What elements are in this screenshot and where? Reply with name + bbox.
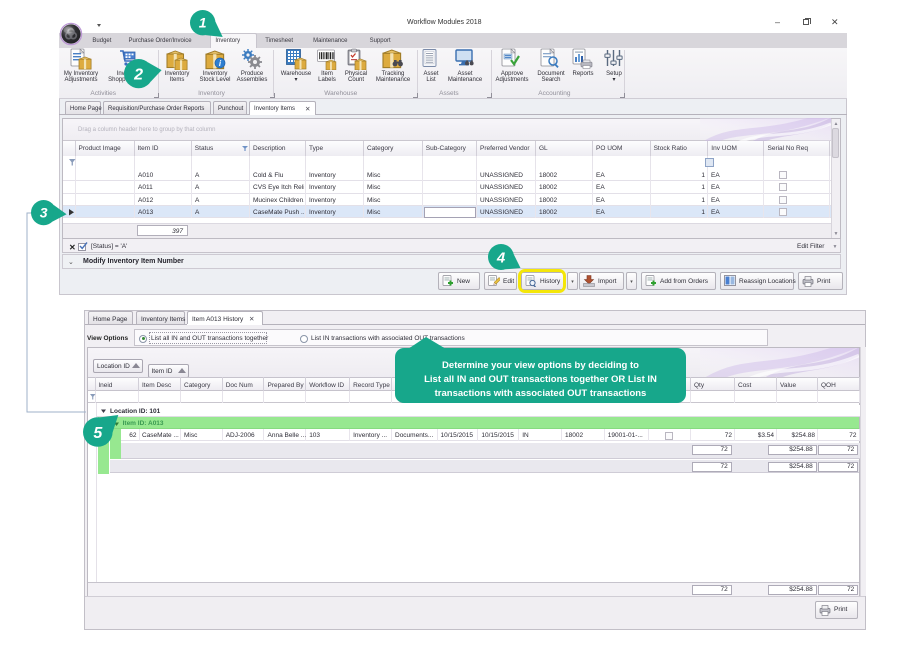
svg-text:1: 1 <box>199 14 207 30</box>
svg-text:2: 2 <box>134 67 144 84</box>
svg-text:5: 5 <box>94 424 104 441</box>
svg-text:4: 4 <box>495 249 505 266</box>
svg-text:3: 3 <box>40 205 48 221</box>
